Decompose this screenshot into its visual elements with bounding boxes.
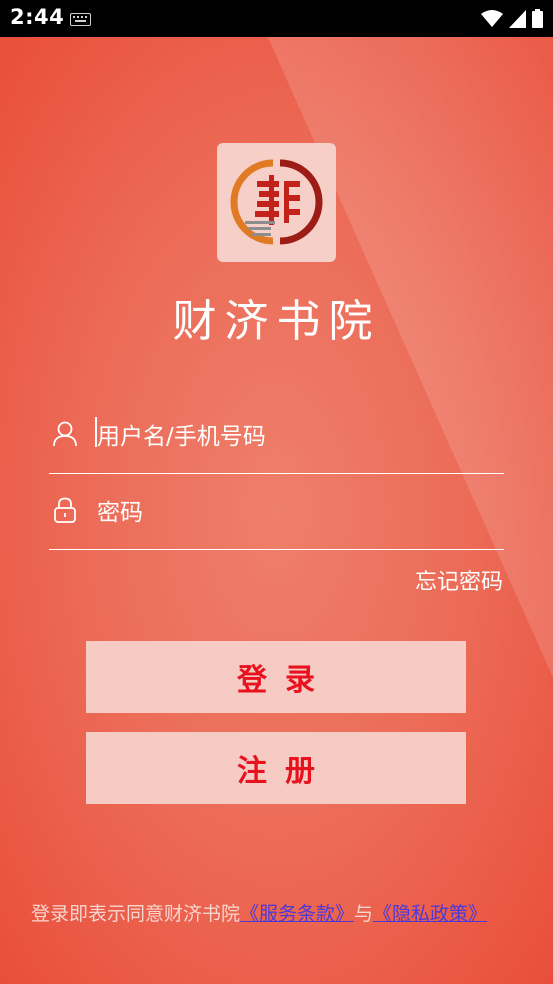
- terms-prefix: 登录即表示同意财济书院: [31, 903, 241, 925]
- register-button[interactable]: 注册: [86, 732, 466, 804]
- status-bar: 2:44: [0, 0, 553, 37]
- login-screen: 财济书院 用户名/手机号码 密码 忘记密码 登录 注册 登录即表示同意财济书院《…: [0, 37, 553, 984]
- battery-icon: [532, 9, 543, 28]
- signal-icon: [509, 9, 526, 28]
- wifi-icon: [481, 9, 503, 27]
- privacy-policy-link[interactable]: 《隐私政策》: [373, 903, 487, 925]
- status-time: 2:44: [10, 5, 65, 29]
- forgot-password-link[interactable]: 忘记密码: [415, 564, 503, 596]
- login-button[interactable]: 登录: [86, 641, 466, 713]
- lock-icon: [54, 497, 76, 523]
- logo-icon: [230, 159, 323, 245]
- app-name-title: 财济书院: [172, 296, 381, 347]
- system-icons: [481, 9, 543, 28]
- terms-notice: 登录即表示同意财济书院《服务条款》与《隐私政策》: [31, 902, 516, 927]
- user-icon: [53, 421, 77, 447]
- username-input[interactable]: 用户名/手机号码: [97, 417, 266, 451]
- password-input[interactable]: 密码: [97, 493, 143, 527]
- username-field[interactable]: 用户名/手机号码: [49, 397, 504, 474]
- terms-of-service-link[interactable]: 《服务条款》: [240, 903, 354, 925]
- terms-connector: 与: [354, 903, 374, 925]
- password-field[interactable]: 密码: [49, 473, 504, 550]
- app-logo: [217, 143, 336, 262]
- keyboard-icon: [70, 13, 91, 26]
